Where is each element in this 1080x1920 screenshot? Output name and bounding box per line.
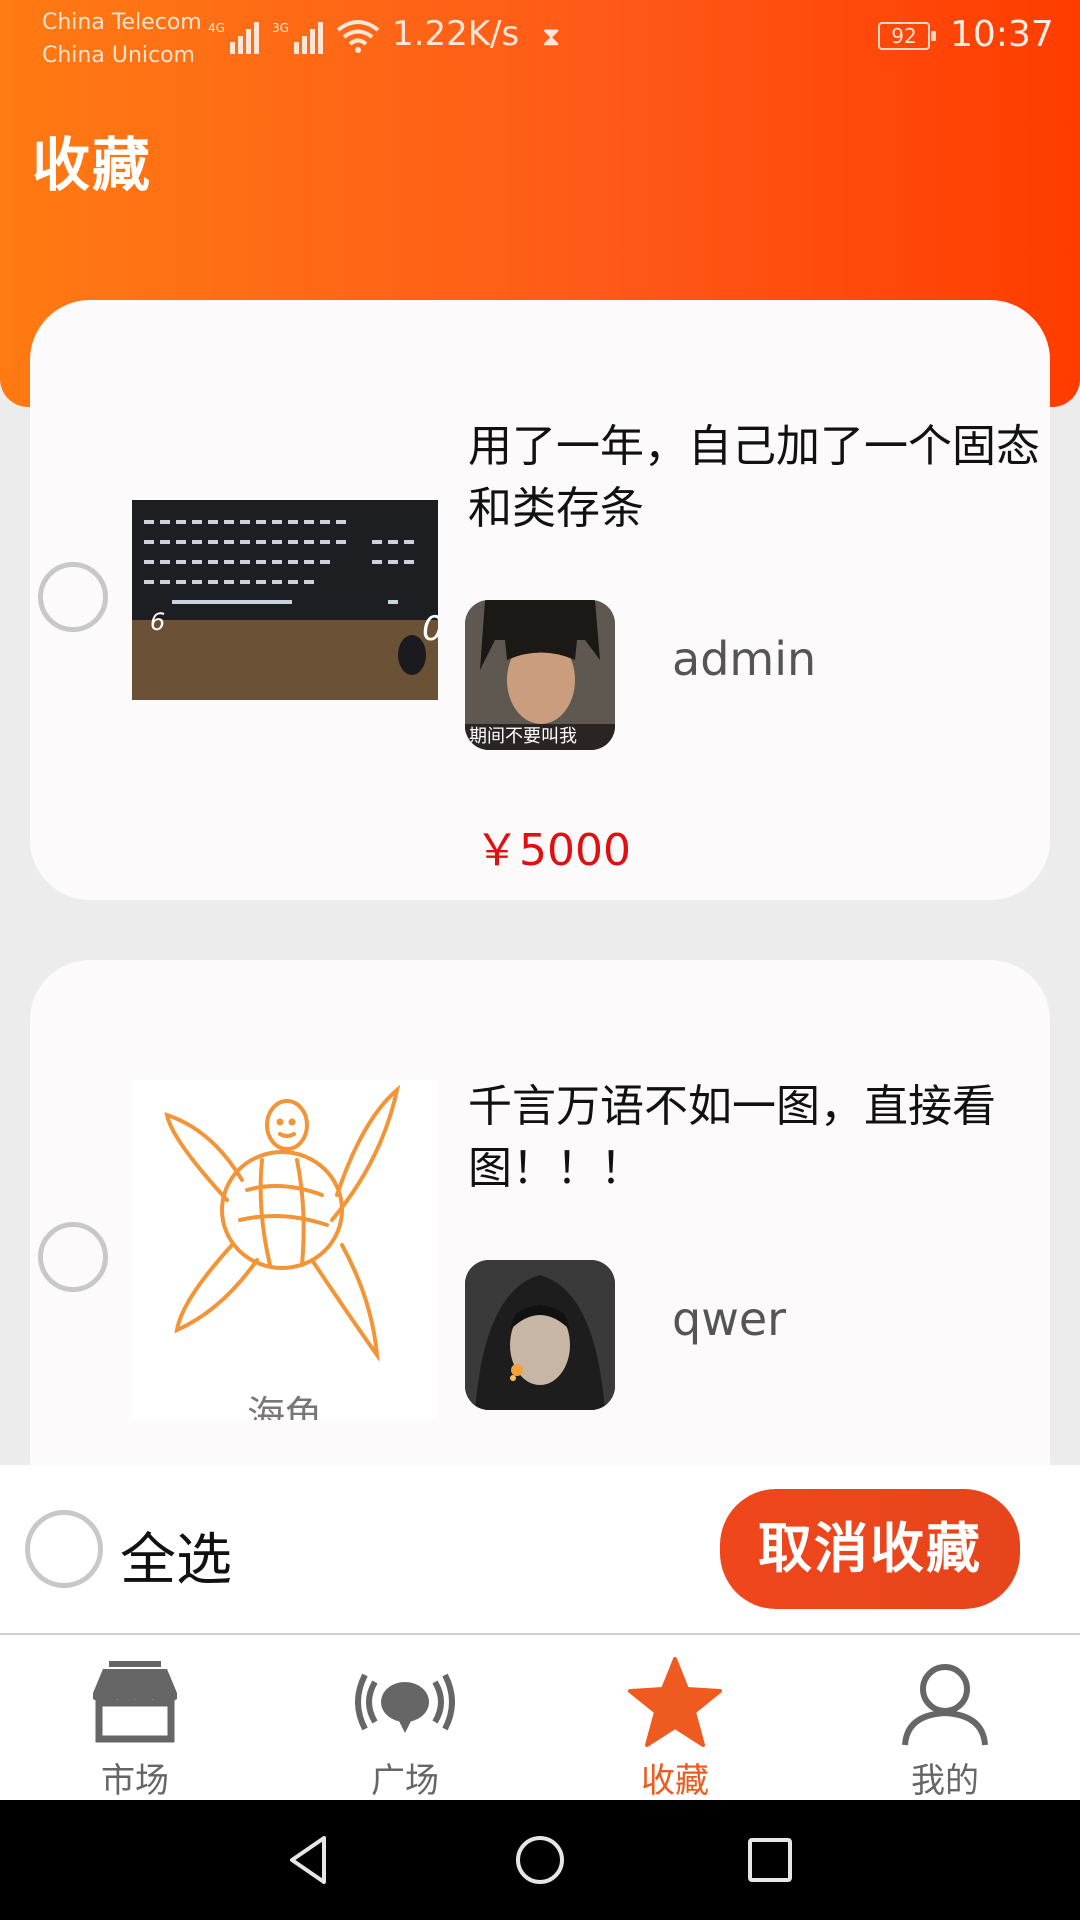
recents-icon[interactable] [740,1830,800,1890]
avatar-image: 期间不要叫我 [465,600,615,750]
battery-level: 92 [891,24,917,48]
bulk-action-bar: 全选 取消收藏 [0,1465,1080,1635]
carrier-2: China Unicom [42,43,195,68]
tab-favorites[interactable]: 收藏 [540,1635,810,1801]
select-all-label[interactable]: 全选 [120,1515,232,1596]
avatar-image [465,1260,615,1410]
tab-plaza[interactable]: 广场 [270,1635,540,1801]
star-icon [628,1657,722,1747]
item-title[interactable]: 用了一年，自己加了一个固态和类存条 [468,416,1068,540]
favorite-card[interactable]: 海龟 千言万语不如一图，直接看图！！！ qwer [30,960,1050,1520]
avatar-caption: 期间不要叫我 [469,726,577,747]
network-speed: 1.22K/s [392,14,520,54]
svg-text:0: 0 [422,609,438,649]
image-caption: 海龟 [246,1393,323,1420]
store-icon [93,1661,177,1743]
avatar: 期间不要叫我 [465,600,615,750]
wifi-icon [336,20,380,53]
carrier-1: China Telecom [42,10,202,35]
net-label-1: 4G [208,21,225,35]
tab-market[interactable]: 市场 [0,1635,270,1801]
status-bar: China Telecom China Unicom 4G 3G 1.22K/s… [0,0,1080,76]
keyboard-image: 6 0 [132,500,438,700]
select-all-radio[interactable] [25,1510,103,1588]
battery-icon: 92 [878,22,936,50]
net-label-2: 3G [272,21,289,35]
tab-label: 市场 [101,1761,169,1801]
tab-label: 收藏 [641,1761,709,1801]
tab-mine[interactable]: 我的 [810,1635,1080,1801]
page-title: 收藏 [32,131,153,199]
broadcast-icon [355,1673,455,1733]
turtle-drawing [164,1084,401,1363]
avatar [465,1260,615,1410]
item-title[interactable]: 千言万语不如一图，直接看图！！！ [468,1076,1068,1200]
svg-text:6: 6 [150,608,165,636]
cancel-favorite-button[interactable]: 取消收藏 [720,1489,1020,1609]
item-image[interactable]: 海龟 [132,1080,438,1420]
tab-label: 我的 [911,1761,979,1801]
price: ￥5000 [475,825,631,876]
home-icon[interactable] [510,1830,570,1890]
signal-4g-icon: 4G [208,21,259,54]
back-icon[interactable] [280,1830,340,1890]
user-icon [902,1664,988,1746]
signal-3g-icon: 3G [272,21,323,54]
username: qwer [672,1292,787,1346]
clock: 10:37 [950,14,1054,55]
username: admin [672,632,817,686]
tab-label: 广场 [371,1761,439,1801]
item-image[interactable]: 6 0 [132,500,438,700]
select-radio[interactable] [38,1222,108,1292]
favorite-card[interactable]: 6 0 用了一年，自己加了一个固态和类存条 期间不要叫我 admin ￥5000 [30,300,1050,900]
bottom-tab-bar: 市场 广场 收藏 我的 [0,1635,1080,1801]
system-nav-bar [0,1800,1080,1920]
select-radio[interactable] [38,562,108,632]
hourglass-icon: ⧗ [542,22,561,52]
carrier-info: China Telecom China Unicom [42,6,202,72]
